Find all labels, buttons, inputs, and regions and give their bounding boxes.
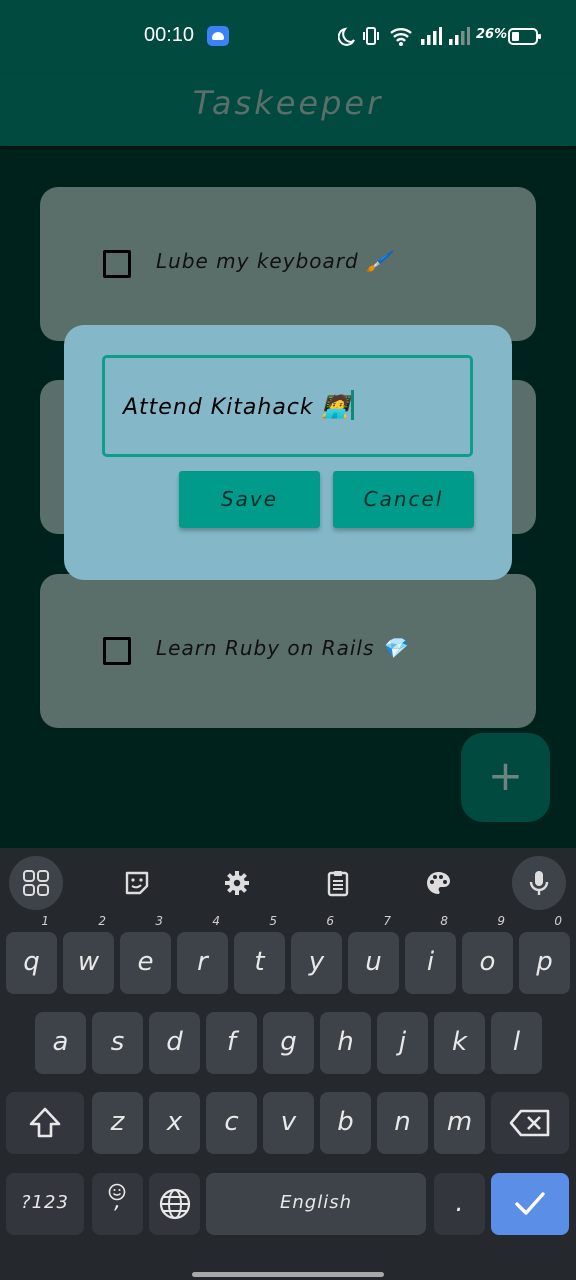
cancel-button[interactable]: Cancel <box>333 471 474 528</box>
key-f[interactable]: f <box>206 1012 257 1074</box>
edit-task-dialog: Attend Kitahack 🧑‍💻 Save Cancel <box>64 325 512 580</box>
key-hint: 9 <box>497 914 505 928</box>
task-card[interactable]: Lube my keyboard 🖌️ <box>40 187 536 341</box>
key-y[interactable]: y6 <box>291 914 342 994</box>
key-p[interactable]: p0 <box>519 914 570 994</box>
signal-icon <box>421 27 442 45</box>
task-label: Learn Ruby on Rails 💎 <box>156 636 408 660</box>
space-key[interactable]: English <box>206 1173 426 1235</box>
task-checkbox[interactable] <box>103 250 131 278</box>
key-t[interactable]: t5 <box>234 914 285 994</box>
key-n[interactable]: n <box>377 1092 428 1154</box>
task-input[interactable]: Attend Kitahack 🧑‍💻 <box>102 355 473 457</box>
key-j[interactable]: j <box>377 1012 428 1074</box>
app-title: Taskeeper <box>192 84 384 122</box>
keyboard: q1 w2 e3 r4 t5 y6 u7 i8 o9 p0 a s d f g … <box>0 848 576 1280</box>
sticker-icon[interactable] <box>110 856 164 910</box>
key-v[interactable]: v <box>263 1092 314 1154</box>
key-g[interactable]: g <box>263 1012 314 1074</box>
key-hint: 4 <box>212 914 220 928</box>
key-label: o <box>479 947 496 977</box>
key-hint: 2 <box>98 914 106 928</box>
key-hint: 0 <box>554 914 562 928</box>
backspace-key[interactable] <box>491 1092 569 1154</box>
key-u[interactable]: u7 <box>348 914 399 994</box>
symbols-key[interactable]: ?123 <box>6 1173 84 1235</box>
task-card[interactable]: Learn Ruby on Rails 💎 <box>40 574 536 728</box>
key-i[interactable]: i8 <box>405 914 456 994</box>
status-time: 00:10 <box>144 24 195 46</box>
key-a[interactable]: a <box>35 1012 86 1074</box>
key-label: y <box>308 947 325 977</box>
key-k[interactable]: k <box>434 1012 485 1074</box>
key-h[interactable]: h <box>320 1012 371 1074</box>
battery-percentage: 26% <box>476 27 508 42</box>
text-caret <box>351 390 355 420</box>
key-label: r <box>197 947 208 977</box>
moon-icon <box>338 27 355 46</box>
key-hint: 7 <box>383 914 391 928</box>
key-label: q <box>23 947 40 977</box>
task-input-value: Attend Kitahack 🧑‍💻 <box>123 390 355 420</box>
globe-icon <box>159 1188 191 1220</box>
save-button[interactable]: Save <box>179 471 320 528</box>
key-hint: 6 <box>326 914 334 928</box>
key-m[interactable]: m <box>434 1092 485 1154</box>
key-w[interactable]: w2 <box>63 914 114 994</box>
enter-key[interactable] <box>491 1173 569 1235</box>
key-label: p <box>536 947 553 977</box>
key-q[interactable]: q1 <box>6 914 57 994</box>
backspace-icon <box>509 1109 550 1137</box>
key-label: i <box>426 947 435 977</box>
key-c[interactable]: c <box>206 1092 257 1154</box>
wifi-icon <box>390 28 412 46</box>
key-o[interactable]: o9 <box>462 914 513 994</box>
status-icons: 26% <box>338 24 542 50</box>
key-label: u <box>365 947 382 977</box>
android-icon <box>207 26 229 46</box>
mic-icon[interactable] <box>512 856 566 910</box>
shift-icon <box>29 1107 61 1138</box>
signal-weak-icon <box>449 27 470 45</box>
key-s[interactable]: s <box>92 1012 143 1074</box>
home-indicator[interactable] <box>192 1272 384 1277</box>
key-label: e <box>137 947 154 977</box>
add-task-button[interactable]: + <box>461 733 550 822</box>
status-bar: 00:10 26% <box>0 0 576 74</box>
task-label: Lube my keyboard 🖌️ <box>156 249 392 273</box>
app-bar: Taskeeper <box>0 74 576 146</box>
task-input-text: Attend Kitahack 🧑‍💻 <box>123 395 351 420</box>
key-hint: 3 <box>155 914 163 928</box>
key-x[interactable]: x <box>149 1092 200 1154</box>
vibrate-icon <box>363 27 379 45</box>
task-checkbox[interactable] <box>103 637 131 665</box>
period-key[interactable]: . <box>434 1173 485 1235</box>
key-hint: 1 <box>41 914 49 928</box>
key-hint: 8 <box>440 914 448 928</box>
emoji-comma-key[interactable]: , <box>92 1173 143 1235</box>
apps-icon[interactable] <box>9 856 63 910</box>
language-key[interactable] <box>149 1173 200 1235</box>
settings-icon[interactable] <box>210 856 264 910</box>
key-l[interactable]: l <box>491 1012 542 1074</box>
clipboard-icon[interactable] <box>311 856 365 910</box>
key-hint: 5 <box>269 914 277 928</box>
palette-icon[interactable] <box>411 856 465 910</box>
key-z[interactable]: z <box>92 1092 143 1154</box>
key-e[interactable]: e3 <box>120 914 171 994</box>
key-label: w <box>77 947 100 977</box>
key-d[interactable]: d <box>149 1012 200 1074</box>
checkmark-icon <box>515 1192 545 1215</box>
key-label: t <box>254 947 265 977</box>
comma-label: , <box>114 1189 121 1214</box>
key-r[interactable]: r4 <box>177 914 228 994</box>
plus-icon: + <box>487 751 524 800</box>
key-b[interactable]: b <box>320 1092 371 1154</box>
shift-key[interactable] <box>6 1092 84 1154</box>
battery-icon <box>508 28 541 45</box>
